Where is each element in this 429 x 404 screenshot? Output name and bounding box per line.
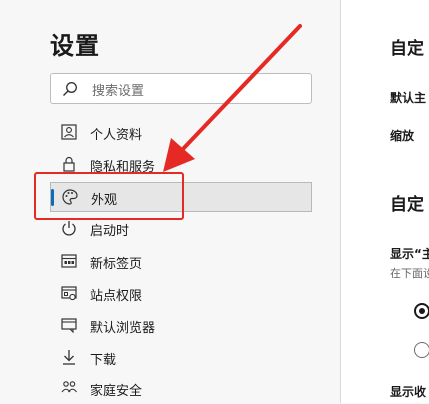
- settings-content: 自定 默认主 缩放 自定 显示“主 在下面设 显示收: [341, 0, 429, 403]
- search-input[interactable]: 搜索设置: [50, 73, 312, 104]
- sidebar-item-startup[interactable]: 启动时: [50, 214, 312, 244]
- sidebar-item-label: 外观: [91, 193, 118, 208]
- show-home-label: 显示“主: [390, 247, 429, 261]
- default-browser-icon: [61, 318, 77, 334]
- sidebar-item-profile[interactable]: 个人资料: [50, 118, 312, 148]
- page-title: 设置: [50, 32, 100, 60]
- sidebar-item-default-browser[interactable]: 默认浏览器: [50, 311, 312, 341]
- radio-option-2[interactable]: [414, 342, 429, 358]
- sidebar-item-downloads[interactable]: 下载: [50, 343, 312, 373]
- sidebar-item-family-safety[interactable]: 家庭安全: [50, 374, 312, 404]
- search-icon: [63, 82, 77, 96]
- radio-option-1[interactable]: [414, 303, 429, 319]
- profile-icon: [61, 124, 77, 140]
- sidebar-item-label: 个人资料: [90, 128, 143, 143]
- zoom-row[interactable]: 缩放: [390, 127, 414, 144]
- power-icon: [62, 221, 76, 236]
- sidebar-item-label: 隐私和服务: [90, 160, 156, 175]
- sidebar-item-label: 站点权限: [90, 289, 143, 304]
- palette-icon: [62, 189, 78, 205]
- family-icon: [61, 381, 77, 393]
- sidebar-item-label: 新标签页: [90, 257, 143, 272]
- settings-sidebar: 设置 搜索设置 个人资料 隐私和服务 外观 启动时 新标签页 站点权限 默认浏览…: [0, 0, 340, 403]
- sidebar-item-appearance[interactable]: 外观: [50, 182, 312, 212]
- sidebar-item-label: 下载: [90, 353, 117, 368]
- sidebar-item-label: 启动时: [90, 224, 130, 239]
- section-heading-customize-toolbar: 自定: [390, 195, 424, 215]
- download-icon: [63, 350, 75, 365]
- lock-icon: [63, 156, 75, 172]
- new-tab-icon: [61, 254, 77, 268]
- show-favorites-label: 显示收: [390, 385, 427, 399]
- selected-indicator: [51, 189, 54, 206]
- sidebar-item-label: 默认浏览器: [90, 321, 156, 336]
- show-home-hint: 在下面设: [390, 267, 429, 280]
- search-placeholder: 搜索设置: [92, 84, 145, 99]
- site-permissions-icon: [61, 286, 77, 301]
- section-heading-customize: 自定: [390, 39, 424, 59]
- sidebar-item-site-permissions[interactable]: 站点权限: [50, 279, 312, 309]
- sidebar-item-new-tab[interactable]: 新标签页: [50, 247, 312, 277]
- sidebar-item-privacy[interactable]: 隐私和服务: [50, 150, 312, 180]
- sidebar-item-label: 家庭安全: [90, 384, 143, 399]
- default-theme-row[interactable]: 默认主: [390, 89, 426, 106]
